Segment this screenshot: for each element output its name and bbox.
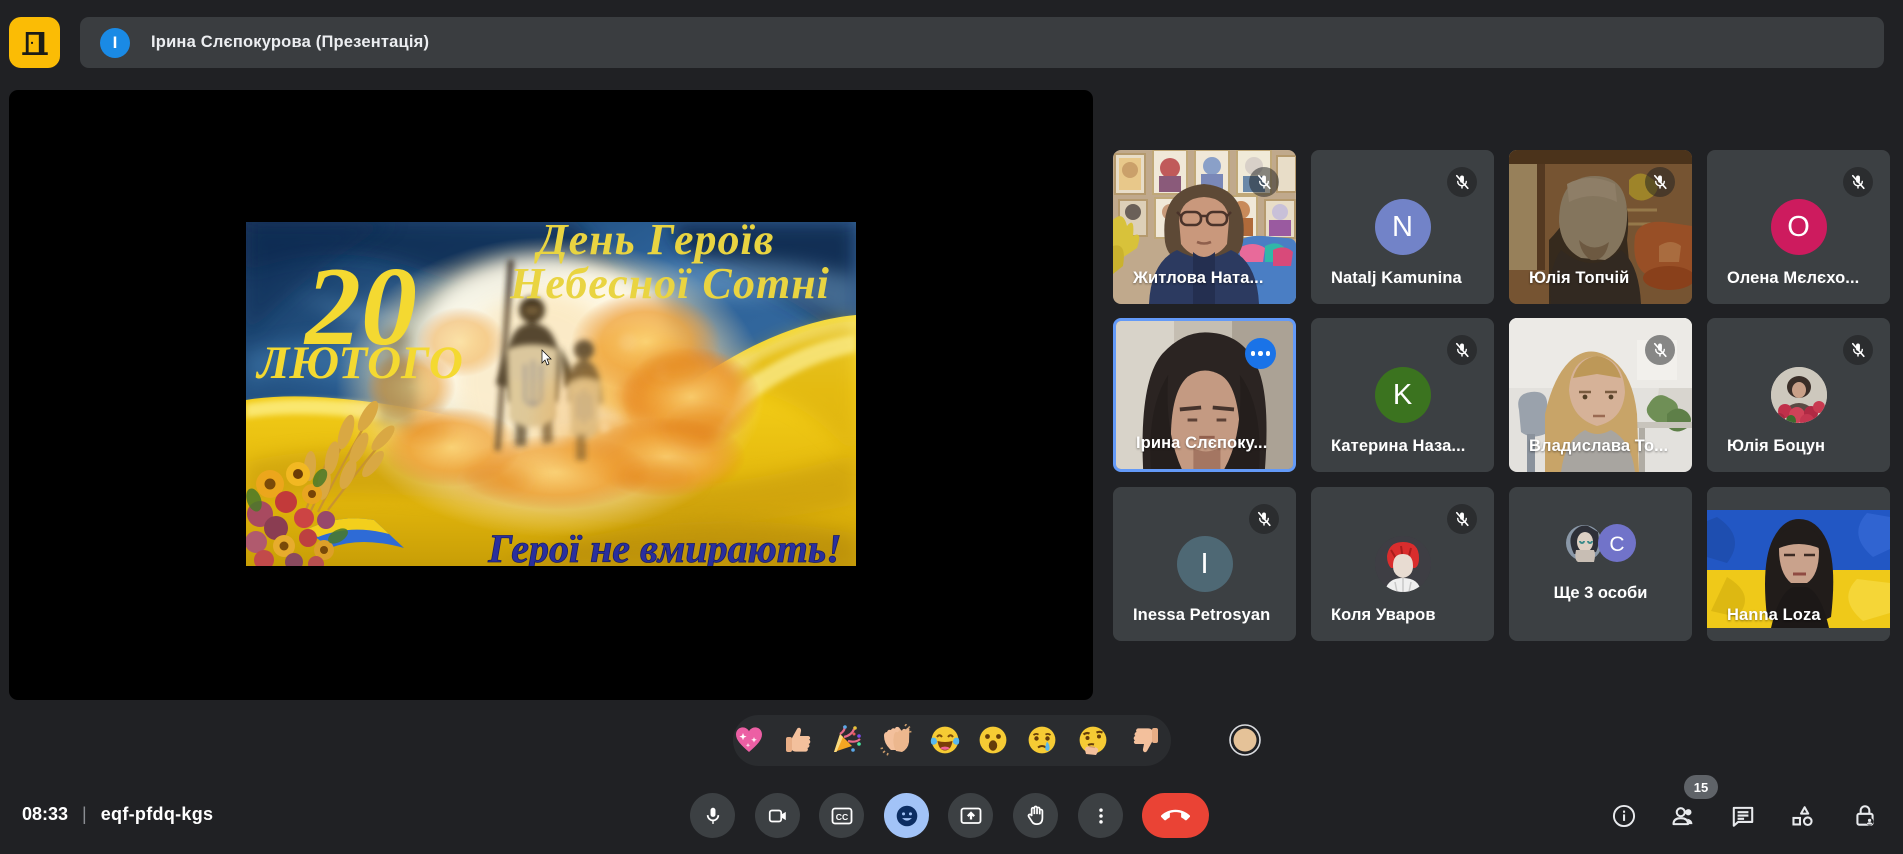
svg-text:C: C — [1609, 533, 1624, 556]
svg-text:День Героїв: День Героїв — [534, 222, 775, 264]
svg-text:Небесної Сотні: Небесної Сотні — [509, 259, 830, 308]
svg-text:CC: CC — [835, 811, 847, 821]
svg-text:Герої не вмирають!: Герої не вмирають! — [487, 526, 841, 566]
svg-text:ЛЮТОГО: ЛЮТОГО — [255, 337, 463, 389]
